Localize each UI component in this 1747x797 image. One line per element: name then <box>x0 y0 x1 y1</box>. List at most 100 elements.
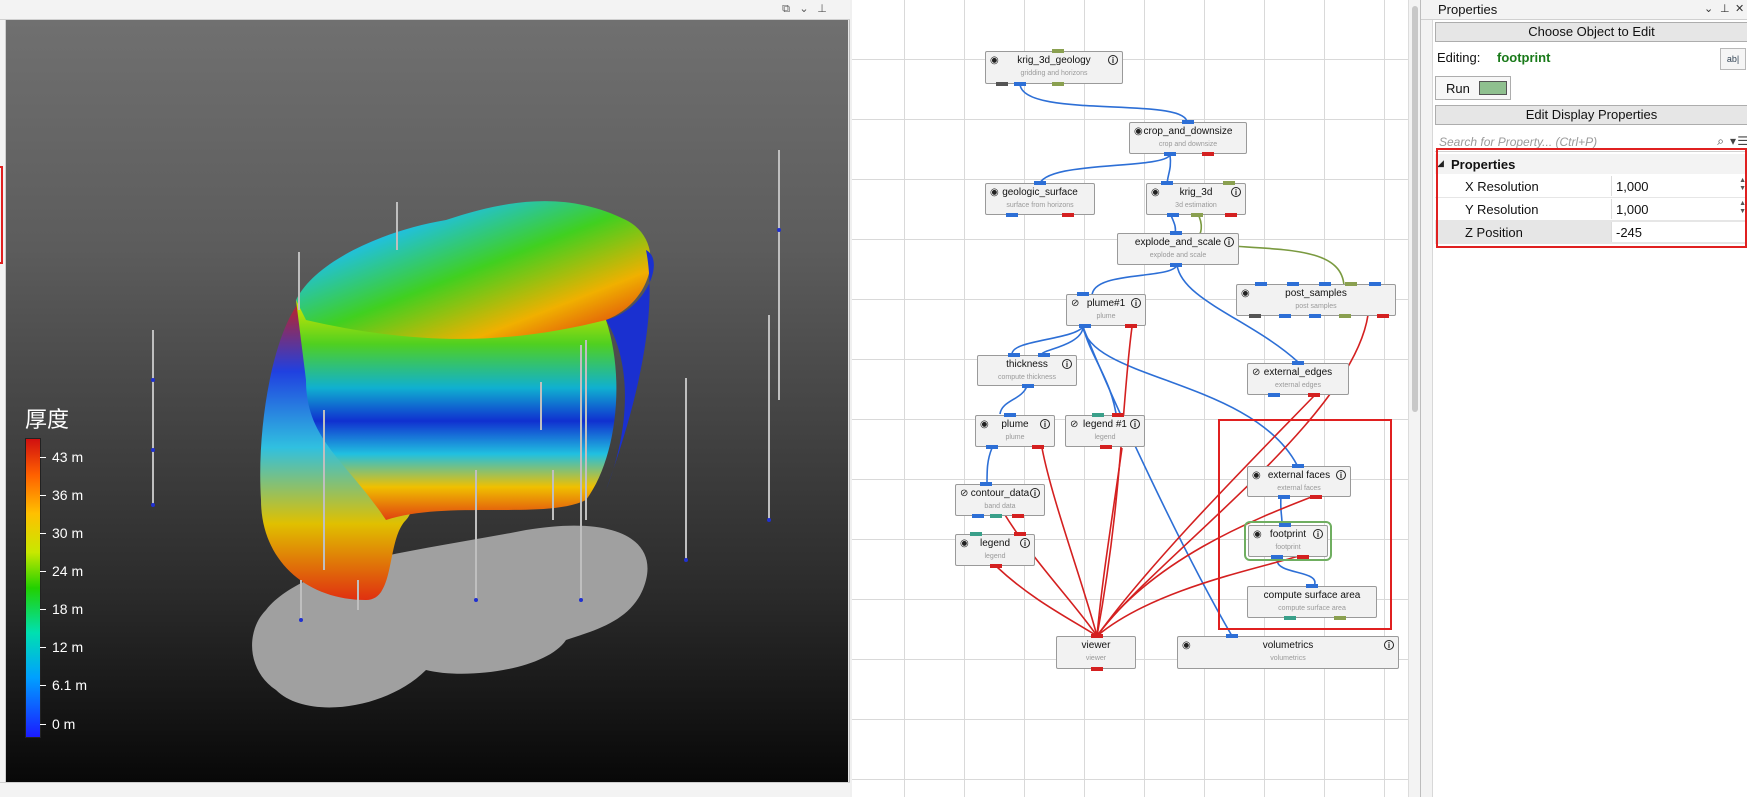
node-viewer[interactable]: viewer viewer <box>1056 634 1136 671</box>
input-port[interactable] <box>1345 282 1357 286</box>
node-external-faces[interactable]: ◉ external faces external faces i <box>1247 464 1351 499</box>
output-port[interactable] <box>1284 616 1296 620</box>
info-icon[interactable]: i <box>1224 237 1234 247</box>
chevron-down-icon[interactable]: ⌄ <box>1704 2 1713 15</box>
node-krig-3d-geology[interactable]: ◉ krig_3d_geology gridding and horizons … <box>985 49 1123 86</box>
node-contour-data[interactable]: ⊘ contour_data band data i <box>955 482 1045 518</box>
node-plume-1[interactable]: ⊘ plume#1 plume i <box>1066 292 1146 328</box>
output-port[interactable] <box>1022 384 1034 388</box>
output-port[interactable] <box>1052 82 1064 86</box>
window-restore-icon[interactable]: ⧉ <box>779 2 793 16</box>
info-icon[interactable]: i <box>1020 538 1030 548</box>
graph-scrollbar[interactable] <box>1408 0 1420 797</box>
output-port[interactable] <box>1268 393 1280 397</box>
output-port[interactable] <box>1167 213 1179 217</box>
input-port[interactable] <box>1226 634 1238 638</box>
output-port[interactable] <box>1308 393 1320 397</box>
chevron-down-icon[interactable]: ⌄ <box>797 2 811 16</box>
info-icon[interactable]: i <box>1030 488 1040 498</box>
output-port[interactable] <box>1062 213 1074 217</box>
chevron-down-icon[interactable]: ▾ <box>1730 134 1736 148</box>
info-icon[interactable]: i <box>1108 55 1118 65</box>
node-crop-and-downsize[interactable]: ◉ crop_and_downsize crop and downsize <box>1129 120 1247 156</box>
output-port[interactable] <box>986 445 998 449</box>
node-compute-surface-area[interactable]: compute surface area compute surface are… <box>1247 584 1377 620</box>
edit-display-properties-button[interactable]: Edit Display Properties <box>1435 105 1747 125</box>
output-port[interactable] <box>1225 213 1237 217</box>
info-icon[interactable]: i <box>1313 529 1323 539</box>
input-port[interactable] <box>1182 120 1194 124</box>
output-port[interactable] <box>1006 213 1018 217</box>
output-port[interactable] <box>1377 314 1389 318</box>
pin-icon[interactable]: ⊥ <box>1720 2 1730 15</box>
input-port[interactable] <box>1223 181 1235 185</box>
3d-viewport[interactable]: 厚度 43 m 36 m 30 m 24 m 18 m 12 m 6.1 m 0… <box>6 20 848 782</box>
input-port[interactable] <box>1369 282 1381 286</box>
output-port[interactable] <box>1191 213 1203 217</box>
node-post-samples[interactable]: ◉ post_samples post samples <box>1236 282 1396 318</box>
output-port[interactable] <box>1100 445 1112 449</box>
output-port[interactable] <box>1012 514 1024 518</box>
node-external-edges[interactable]: ⊘ external_edges external edges <box>1247 361 1349 397</box>
input-port[interactable] <box>1091 634 1103 638</box>
output-port[interactable] <box>1310 495 1322 499</box>
node-thickness[interactable]: thickness compute thickness i <box>977 353 1077 388</box>
run-button[interactable]: Run <box>1435 76 1511 100</box>
input-port[interactable] <box>1014 532 1026 536</box>
output-port[interactable] <box>1125 324 1137 328</box>
input-port[interactable] <box>1292 464 1304 468</box>
output-port[interactable] <box>990 514 1002 518</box>
node-legend-1[interactable]: ⊘ legend #1 legend i <box>1065 413 1145 449</box>
node-explode-and-scale[interactable]: explode_and_scale explode and scale i <box>1117 231 1239 267</box>
info-icon[interactable]: i <box>1231 187 1241 197</box>
network-graph-panel[interactable]: ◉ krig_3d_geology gridding and horizons … <box>852 0 1420 797</box>
input-port[interactable] <box>1319 282 1331 286</box>
input-port[interactable] <box>1052 49 1064 53</box>
input-port[interactable] <box>1287 282 1299 286</box>
input-port[interactable] <box>970 532 982 536</box>
input-port[interactable] <box>1008 353 1020 357</box>
node-footprint[interactable]: ◉ footprint footprint i <box>1244 521 1332 561</box>
output-port[interactable] <box>1271 555 1283 559</box>
input-port[interactable] <box>1170 231 1182 235</box>
output-port[interactable] <box>1091 667 1103 671</box>
scrollbar-thumb[interactable] <box>1412 6 1418 412</box>
output-port[interactable] <box>1032 445 1044 449</box>
output-port[interactable] <box>1079 324 1091 328</box>
output-port[interactable] <box>1170 263 1182 267</box>
input-port[interactable] <box>1034 181 1046 185</box>
close-icon[interactable]: ✕ <box>1735 2 1744 15</box>
node-legend[interactable]: ◉ legend legend i <box>955 532 1035 568</box>
output-port[interactable] <box>1279 314 1291 318</box>
choose-object-button[interactable]: Choose Object to Edit <box>1435 22 1747 42</box>
output-port[interactable] <box>996 82 1008 86</box>
input-port[interactable] <box>1112 413 1124 417</box>
output-port[interactable] <box>1297 555 1309 559</box>
output-port[interactable] <box>1278 495 1290 499</box>
input-port[interactable] <box>1004 413 1016 417</box>
input-port[interactable] <box>1077 292 1089 296</box>
rename-icon[interactable]: ab| <box>1720 48 1746 70</box>
output-port[interactable] <box>1249 314 1261 318</box>
output-port[interactable] <box>1014 82 1026 86</box>
info-icon[interactable]: i <box>1336 470 1346 480</box>
pin-icon[interactable]: ⊥ <box>815 2 829 16</box>
input-port[interactable] <box>1279 523 1291 527</box>
output-port[interactable] <box>972 514 984 518</box>
input-port[interactable] <box>1092 413 1104 417</box>
input-port[interactable] <box>1255 282 1267 286</box>
node-plume[interactable]: ◉ plume plume i <box>975 413 1055 449</box>
input-port[interactable] <box>1038 353 1050 357</box>
info-icon[interactable]: i <box>1062 359 1072 369</box>
search-icon[interactable]: ⌕ <box>1717 134 1724 149</box>
info-icon[interactable]: i <box>1130 419 1140 429</box>
output-port[interactable] <box>1309 314 1321 318</box>
node-geologic-surface[interactable]: ◉ geologic_surface surface from horizons <box>985 181 1095 217</box>
input-port[interactable] <box>1306 584 1318 588</box>
input-port[interactable] <box>1292 361 1304 365</box>
node-krig-3d[interactable]: ◉ krig_3d 3d estimation i <box>1146 181 1246 217</box>
list-view-icon[interactable]: ☰ <box>1737 134 1747 148</box>
info-icon[interactable]: i <box>1040 419 1050 429</box>
node-volumetrics[interactable]: ◉ volumetrics volumetrics i <box>1177 634 1399 669</box>
input-port[interactable] <box>1161 181 1173 185</box>
